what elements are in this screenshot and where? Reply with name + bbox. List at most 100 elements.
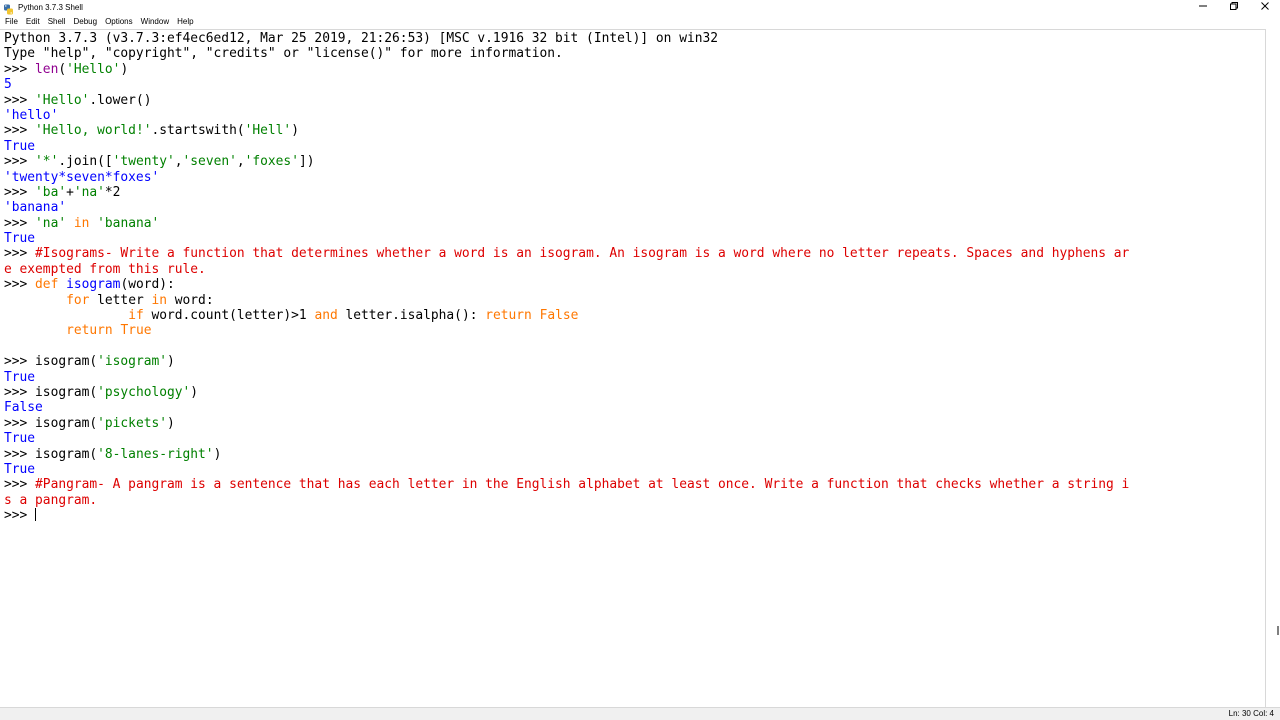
- shell-token: ,: [236, 154, 245, 170]
- vertical-scrollbar[interactable]: [1266, 29, 1280, 707]
- shell-line: >>> isogram('isogram'): [4, 354, 1129, 369]
- shell-token: ,: [174, 154, 183, 170]
- python-logo-icon: [3, 2, 14, 15]
- shell-token: #Pangram- A pangram is a sentence that h…: [35, 477, 1130, 493]
- shell-line: 'banana': [4, 200, 1129, 215]
- shell-token: isogram(: [35, 446, 98, 462]
- text-cursor: [35, 508, 37, 522]
- shell-token: 'banana': [97, 215, 160, 231]
- shell-token: and: [314, 308, 338, 324]
- title-bar[interactable]: Python 3.7.3 Shell: [0, 0, 1280, 15]
- shell-line: >>> '*'.join(['twenty','seven','foxes']): [4, 154, 1129, 169]
- shell-line: >>> 'na' in 'banana': [4, 216, 1129, 231]
- shell-token: 'hello': [4, 107, 59, 123]
- shell-token: True: [4, 138, 36, 154]
- shell-line: >>> #Pangram- A pangram is a sentence th…: [4, 477, 1129, 492]
- shell-token: if: [128, 308, 144, 324]
- shell-line: s a pangram.: [4, 493, 1129, 508]
- shell-token: [4, 308, 128, 323]
- shell-token: False: [4, 400, 43, 416]
- shell-token: .startswith(: [151, 123, 245, 139]
- shell-line: >>> isogram('pickets'): [4, 416, 1129, 431]
- menu-help[interactable]: Help: [173, 15, 197, 28]
- shell-token: for: [66, 292, 90, 308]
- shell-token: 'na': [35, 215, 67, 231]
- shell-token: *2: [104, 184, 121, 200]
- minimize-button[interactable]: [1187, 0, 1218, 15]
- shell-token: Python 3.7.3 (v3.7.3:ef4ec6ed12, Mar 25 …: [4, 31, 718, 46]
- shell-line: >>> isogram('8-lanes-right'): [4, 447, 1129, 462]
- shell-token: in: [73, 215, 90, 231]
- shell-token: True: [120, 323, 152, 339]
- shell-text-area[interactable]: Python 3.7.3 (v3.7.3:ef4ec6ed12, Mar 25 …: [0, 29, 1266, 707]
- shell-line: if word.count(letter)>1 and letter.isalp…: [4, 308, 1129, 323]
- shell-token: 'na': [73, 184, 105, 200]
- shell-line: >>> 'Hello, world!'.startswith('Hell'): [4, 123, 1129, 138]
- shell-token: return: [485, 308, 532, 324]
- shell-token: 'psychology': [97, 384, 191, 400]
- shell-line: 'hello': [4, 108, 1129, 123]
- shell-line: >>>: [4, 508, 1129, 523]
- shell-line: True: [4, 431, 1129, 446]
- restore-icon: [1229, 1, 1239, 14]
- shell-token: isogram: [66, 277, 121, 293]
- shell-token: [89, 216, 97, 231]
- shell-token: [66, 216, 74, 231]
- shell-line: >>> isogram('psychology'): [4, 385, 1129, 400]
- menu-bar: File Edit Shell Debug Options Window Hel…: [0, 15, 1280, 28]
- shell-prompt: >>>: [4, 123, 36, 139]
- shell-line: False: [4, 400, 1129, 415]
- shell-token: ): [120, 61, 129, 77]
- shell-prompt: >>>: [4, 277, 36, 293]
- shell-output[interactable]: Python 3.7.3 (v3.7.3:ef4ec6ed12, Mar 25 …: [4, 31, 1129, 524]
- shell-line: Python 3.7.3 (v3.7.3:ef4ec6ed12, Mar 25 …: [4, 31, 1129, 46]
- menu-shell[interactable]: Shell: [44, 15, 70, 28]
- shell-token: letter: [89, 292, 152, 308]
- shell-prompt: >>>: [4, 354, 36, 370]
- shell-token: 'Hello': [66, 61, 121, 77]
- shell-prompt: >>>: [4, 446, 36, 462]
- menu-file[interactable]: File: [0, 15, 22, 28]
- shell-token: isogram(: [35, 384, 98, 400]
- shell-line: >>> 'Hello'.lower(): [4, 93, 1129, 108]
- shell-token: word.count(letter)>1: [143, 308, 315, 324]
- shell-line: >>> #Isograms- Write a function that det…: [4, 246, 1129, 261]
- shell-prompt: >>>: [4, 508, 36, 524]
- shell-token: 'isogram': [97, 354, 167, 370]
- shell-token: ]): [298, 154, 315, 170]
- menu-debug[interactable]: Debug: [69, 15, 101, 28]
- shell-prompt: >>>: [4, 184, 36, 200]
- shell-token: '8-lanes-right': [97, 446, 214, 462]
- shell-token: 'twenty*seven*foxes': [4, 169, 160, 185]
- shell-token: [58, 277, 66, 292]
- shell-token: .join([: [58, 154, 113, 170]
- shell-prompt: >>>: [4, 415, 36, 431]
- shell-prompt: >>>: [4, 61, 36, 77]
- minimize-icon: [1198, 1, 1208, 14]
- shell-token: #Isograms- Write a function that determi…: [35, 246, 1130, 262]
- shell-line: True: [4, 462, 1129, 477]
- shell-token: ): [167, 415, 175, 431]
- shell-line: e exempted from this rule.: [4, 262, 1129, 277]
- shell-token: 'Hell': [244, 123, 292, 139]
- menu-edit[interactable]: Edit: [22, 15, 44, 28]
- shell-line: >>> len('Hello'): [4, 62, 1129, 77]
- restore-button[interactable]: [1218, 0, 1249, 15]
- shell-prompt: >>>: [4, 384, 36, 400]
- status-bar: Ln: 30 Col: 4: [0, 707, 1280, 720]
- shell-token: return: [66, 323, 113, 339]
- shell-token: ): [190, 384, 199, 400]
- menu-options[interactable]: Options: [101, 15, 137, 28]
- shell-token: 'Hello': [35, 92, 90, 108]
- menu-window[interactable]: Window: [137, 15, 173, 28]
- shell-line: True: [4, 139, 1129, 154]
- shell-prompt: >>>: [4, 246, 36, 262]
- shell-token: isogram(: [35, 415, 98, 431]
- shell-token: ): [167, 354, 175, 370]
- window-controls: [1187, 0, 1280, 15]
- shell-token: 'twenty': [112, 154, 175, 170]
- close-button[interactable]: [1249, 0, 1280, 15]
- shell-token: 'foxes': [244, 154, 299, 170]
- idle-shell-window: Python 3.7.3 Shell File Edit Shell Debug…: [0, 0, 1280, 720]
